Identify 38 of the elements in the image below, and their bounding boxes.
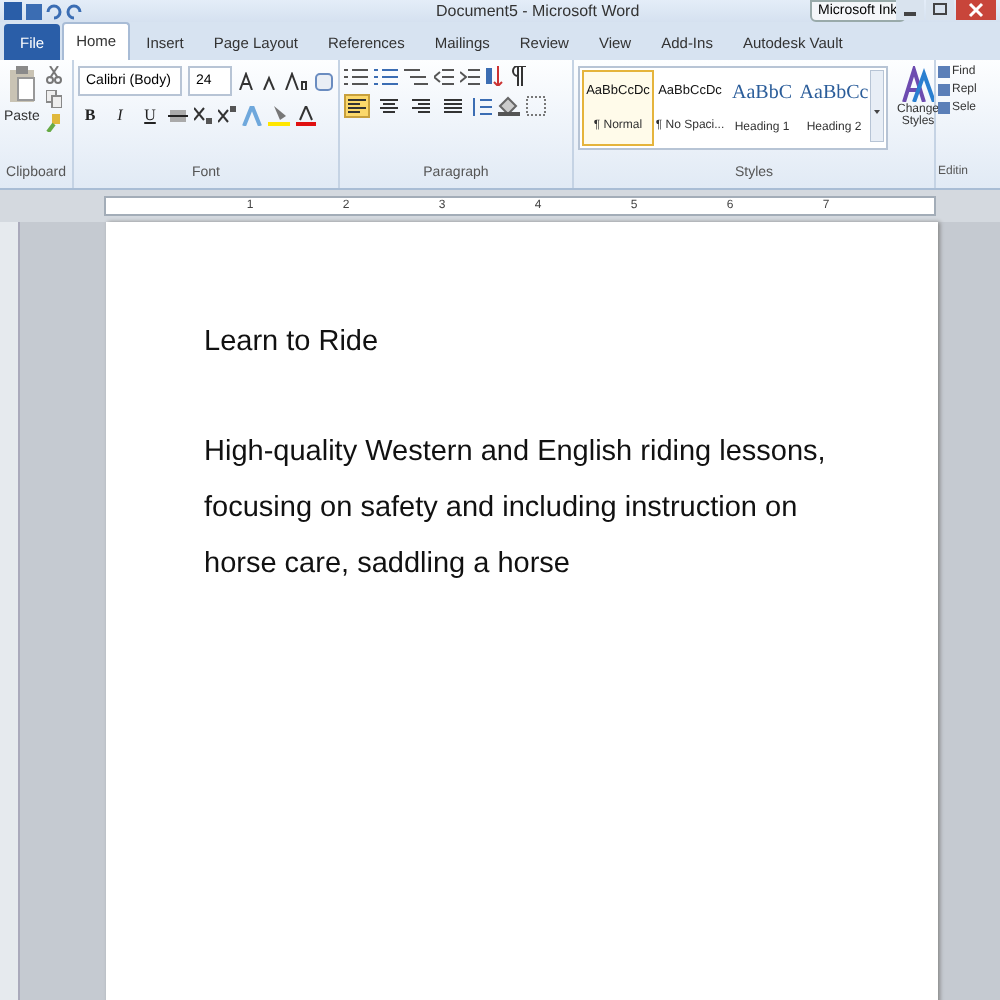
shading-icon[interactable] — [498, 96, 520, 116]
change-case-icon[interactable] — [284, 72, 308, 90]
maximize-icon[interactable] — [926, 0, 954, 20]
strikethrough-icon[interactable] — [168, 106, 188, 124]
multilevel-list-icon[interactable] — [404, 67, 428, 85]
brush-icon[interactable] — [45, 114, 62, 132]
grow-font-icon[interactable] — [238, 72, 256, 90]
format-button[interactable]: B — [78, 104, 102, 126]
increase-indent-icon[interactable] — [460, 67, 480, 85]
borders-icon[interactable] — [526, 96, 546, 116]
window-title: Document5 - Microsoft Word — [436, 2, 640, 20]
format-button[interactable]: I — [108, 104, 132, 126]
document-paragraph: Learn to Ride — [204, 324, 381, 362]
cut-icon[interactable] — [45, 66, 62, 84]
close-icon[interactable] — [956, 0, 996, 20]
sort-icon[interactable] — [486, 66, 504, 86]
format-button[interactable]: U — [138, 104, 162, 126]
subscript-icon[interactable] — [194, 106, 212, 124]
align-button[interactable] — [344, 94, 370, 118]
superscript-icon[interactable] — [218, 106, 236, 124]
shrink-font-icon[interactable] — [262, 73, 278, 89]
change-styles-icon[interactable] — [902, 66, 934, 102]
align-button[interactable] — [408, 94, 434, 118]
line-spacing-icon[interactable] — [472, 97, 492, 115]
highlight-icon[interactable] — [268, 105, 290, 125]
decrease-indent-icon[interactable] — [434, 67, 454, 85]
align-button[interactable] — [440, 94, 466, 118]
align-button[interactable] — [376, 94, 402, 118]
font-color-icon[interactable] — [296, 105, 316, 125]
bullets-icon[interactable] — [344, 67, 368, 85]
pilcrow-icon[interactable] — [510, 66, 526, 86]
copy-icon[interactable] — [45, 90, 62, 108]
undo-icon[interactable] — [46, 3, 62, 19]
document-paragraph: High-quality Western and English riding lessons, focusing on safety and including instruction on horse care, saddling a horse — [204, 434, 828, 584]
redo-icon[interactable] — [66, 3, 82, 19]
minimize-icon[interactable] — [896, 0, 924, 20]
paste-icon[interactable] — [7, 66, 36, 102]
numbering-icon[interactable] — [374, 67, 398, 85]
